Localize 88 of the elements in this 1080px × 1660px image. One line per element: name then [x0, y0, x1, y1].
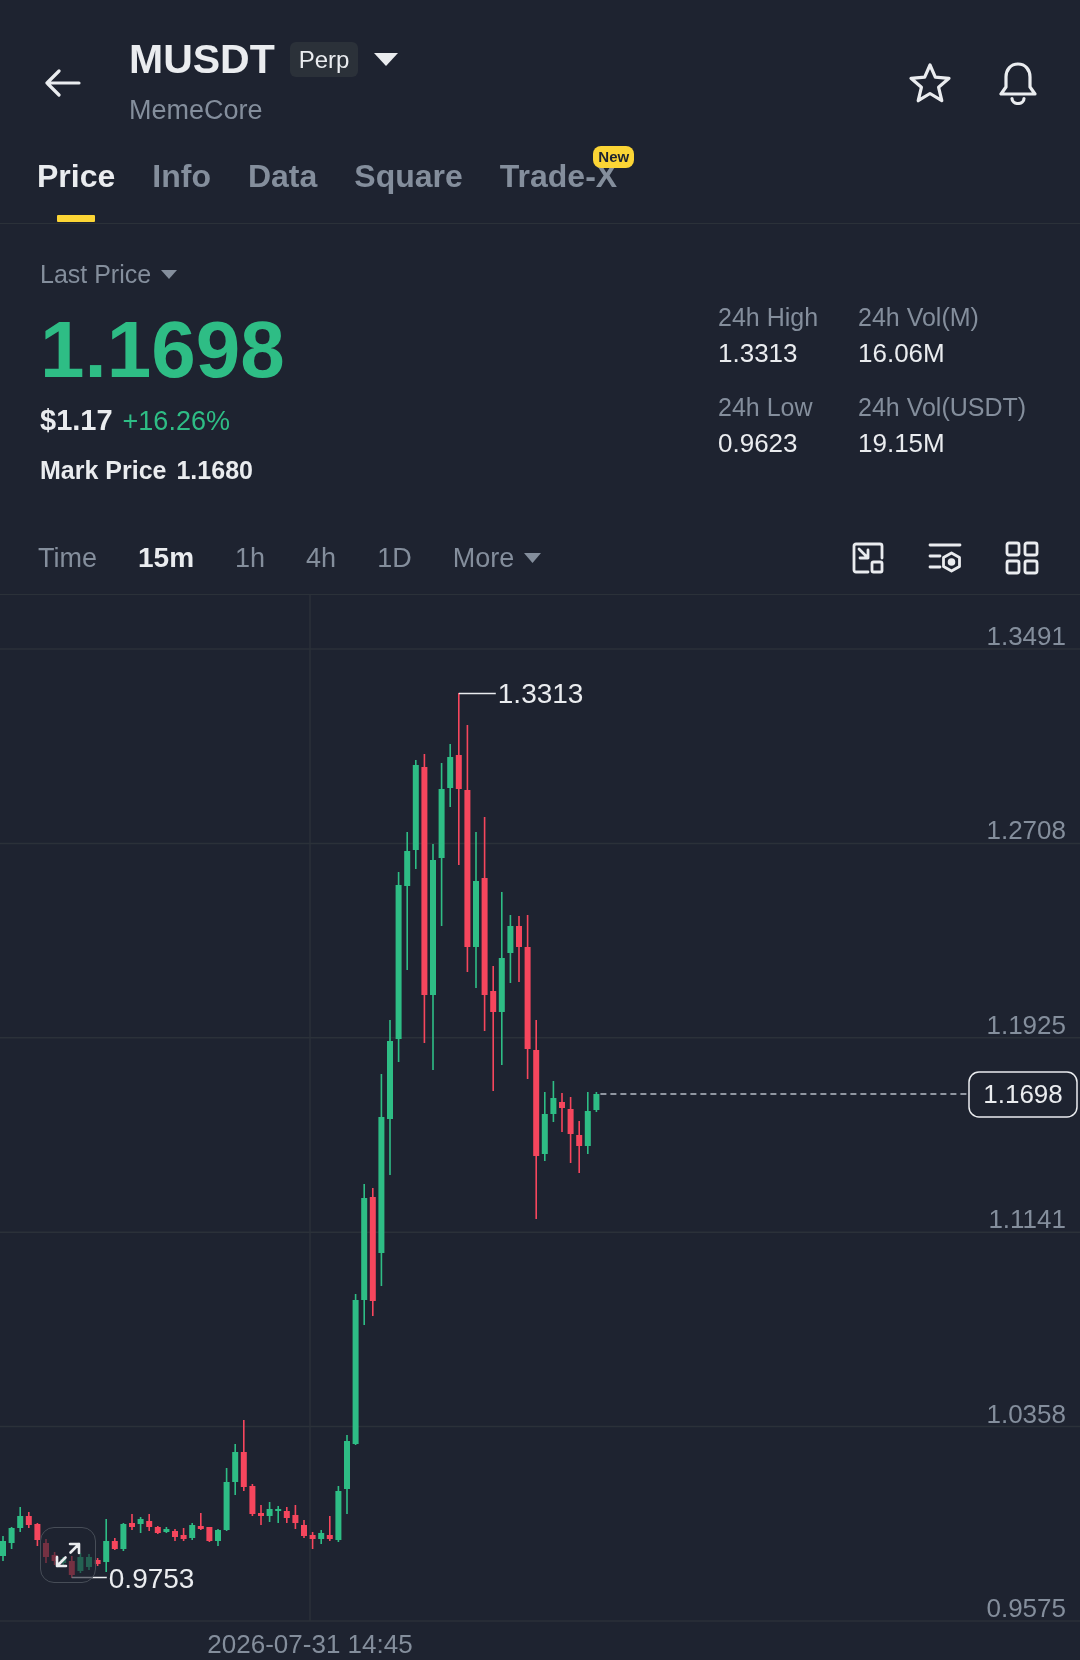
falling-candle	[249, 1484, 256, 1516]
rising-candle	[275, 1506, 282, 1523]
falling-candle	[94, 1558, 101, 1566]
falling-candle	[172, 1529, 178, 1541]
star-icon[interactable]	[908, 62, 952, 104]
rising-candle	[584, 1092, 591, 1154]
price-change: +16.26%	[122, 405, 230, 438]
low-price-leader	[71, 1576, 108, 1579]
falling-candle	[576, 1121, 583, 1173]
rising-candle	[86, 1554, 92, 1570]
tab[interactable]: Price	[37, 156, 116, 223]
price-axis-label: 1.3491	[986, 621, 1066, 651]
caret-down-icon	[524, 552, 542, 563]
tab[interactable]: Trade-XNew	[499, 146, 635, 223]
rising-candle	[77, 1553, 84, 1573]
interval-tab[interactable]: 4h	[306, 539, 337, 576]
bell-icon[interactable]	[997, 61, 1039, 105]
tab[interactable]: Data	[247, 156, 318, 223]
back-arrow-icon[interactable]	[45, 69, 81, 97]
stat-label: 24h Vol(M)	[858, 302, 979, 332]
rising-candle	[593, 1092, 600, 1112]
interval-tab[interactable]: 15m	[138, 539, 195, 576]
coin-name: MemeCore	[129, 94, 264, 126]
grid-icon[interactable]	[1004, 539, 1040, 576]
usd-price: $1.17	[40, 403, 113, 438]
falling-candle	[180, 1528, 187, 1541]
stat-value: 16.06M	[858, 338, 945, 368]
price-axis-label: 1.2708	[986, 815, 1066, 846]
rising-candle	[189, 1523, 196, 1540]
falling-candle	[34, 1523, 41, 1546]
falling-candle	[326, 1516, 333, 1541]
last-price-selector[interactable]: Last Price	[40, 259, 178, 289]
falling-candle	[68, 1556, 75, 1578]
falling-candle	[301, 1520, 307, 1538]
interval-tab[interactable]: 1D	[377, 539, 412, 576]
time-axis-label: 2026-07-31 14:45	[207, 1629, 413, 1659]
expand-chart-button[interactable]	[40, 1527, 96, 1583]
falling-candle	[309, 1532, 316, 1549]
contract-type-badge: Perp	[289, 41, 359, 77]
tab[interactable]: Square	[354, 156, 463, 223]
price-axis-label: 1.1925	[986, 1009, 1066, 1040]
expand-arrows-icon	[53, 1540, 83, 1570]
low-price-label: 0.9753	[108, 1563, 195, 1594]
last-price: 1.1698	[40, 310, 285, 390]
high-price-label: 1.3313	[497, 678, 584, 709]
falling-candle	[25, 1512, 32, 1528]
rising-candle	[103, 1519, 110, 1572]
new-badge: New	[593, 146, 635, 168]
interval-tab[interactable]: 1h	[235, 539, 266, 576]
high-price-leader	[458, 692, 497, 695]
mark-price-value: 1.1680	[176, 455, 253, 485]
price-axis-label: 0.9575	[986, 1593, 1066, 1623]
rising-candle	[120, 1523, 127, 1551]
stat-label: 24h Vol(USDT)	[858, 392, 1027, 422]
rising-candle	[335, 1486, 342, 1542]
price-axis-label: 1.0358	[986, 1398, 1066, 1429]
mark-price-label: Mark Price	[40, 455, 167, 485]
falling-candle	[51, 1552, 58, 1565]
symbol-title: MUSDT	[129, 35, 275, 83]
current-price-tag: 1.1698	[968, 1071, 1078, 1118]
rising-candle	[318, 1530, 325, 1544]
stat-label: 24h High	[718, 302, 819, 332]
rising-candle	[163, 1527, 170, 1533]
rising-candle	[215, 1529, 221, 1546]
stat-value: 1.3313	[718, 338, 798, 368]
stat-label: 24h Low	[718, 392, 813, 422]
rising-candle	[137, 1517, 144, 1533]
falling-candle	[206, 1527, 213, 1542]
rising-candle	[541, 1092, 548, 1161]
stat-value: 19.15M	[858, 428, 945, 458]
falling-candle	[240, 1420, 247, 1491]
more-intervals-button[interactable]: More	[452, 539, 542, 576]
interval-tab[interactable]: Time	[38, 539, 97, 576]
caret-down-icon	[161, 269, 178, 279]
falling-candle	[283, 1507, 290, 1523]
rising-candle	[223, 1468, 230, 1531]
falling-candle	[197, 1513, 204, 1530]
rising-candle	[60, 1557, 67, 1567]
tab[interactable]: Info	[152, 156, 211, 223]
rising-candle	[8, 1527, 15, 1549]
rising-candle	[17, 1507, 24, 1532]
falling-candle	[129, 1514, 135, 1530]
rising-candle	[232, 1444, 239, 1495]
stat-value: 0.9623	[718, 428, 798, 458]
price-axis-label: 1.1141	[988, 1204, 1066, 1235]
falling-candle	[111, 1538, 118, 1550]
rising-candle	[447, 744, 454, 807]
caret-down-icon[interactable]	[374, 52, 399, 66]
